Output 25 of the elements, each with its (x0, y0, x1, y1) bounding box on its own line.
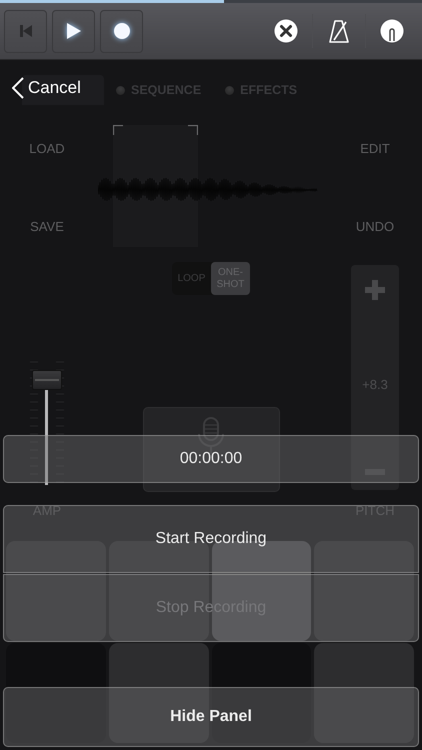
edit-button[interactable]: EDIT (360, 141, 390, 156)
metronome-icon[interactable] (329, 19, 349, 43)
load-button[interactable]: LOAD (29, 141, 65, 156)
tab[interactable] (22, 75, 104, 105)
mic-button[interactable] (142, 407, 280, 492)
record-button[interactable] (100, 10, 143, 52)
amp-fader[interactable] (30, 360, 64, 485)
save-button[interactable]: SAVE (30, 219, 64, 234)
close-icon[interactable] (274, 19, 298, 43)
pad[interactable] (212, 643, 312, 743)
led-icon (225, 86, 234, 94)
led-icon (116, 86, 125, 94)
chevron-icon (12, 77, 24, 99)
rewind-button[interactable] (4, 10, 47, 52)
record-icon (112, 22, 130, 40)
play-button[interactable] (52, 10, 95, 52)
hide-panel-button[interactable]: Hide Panel (3, 687, 419, 747)
undo-button[interactable]: UNDO (356, 219, 394, 234)
plus-icon[interactable] (365, 280, 385, 300)
cancel-button[interactable]: Cancel (3, 76, 81, 100)
timer-display: 00:00:00 (3, 435, 419, 483)
pad[interactable] (108, 643, 208, 743)
tuner-icon[interactable] (380, 19, 404, 43)
play-icon (66, 22, 82, 40)
rewind-icon (18, 23, 34, 39)
